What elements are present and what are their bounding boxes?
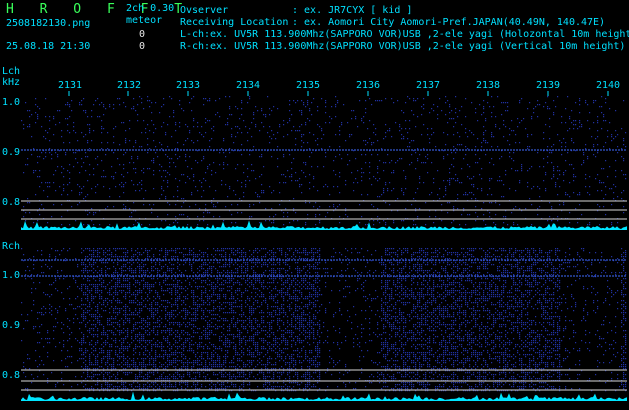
time-tick-marks [68, 91, 609, 96]
spectrogram [21, 91, 627, 401]
lch-spectrogram [21, 96, 627, 230]
rch-spectrogram [21, 248, 627, 401]
